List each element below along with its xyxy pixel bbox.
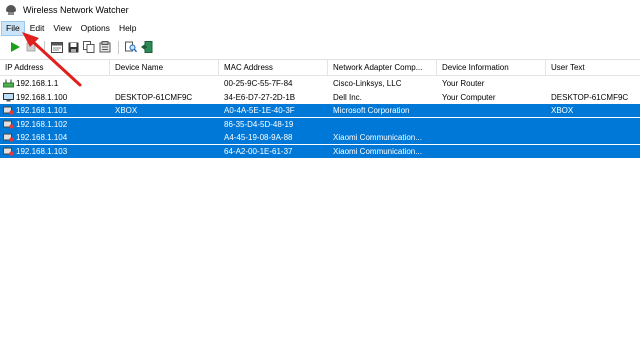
menu-file[interactable]: File — [1, 21, 25, 36]
column-device-information[interactable]: Device Information — [437, 60, 546, 76]
cell-ip-address: 192.168.1.103 — [0, 145, 110, 158]
cell-mac-address: A4-45-19-08-9A-88 — [219, 131, 328, 144]
toolbar-separator-2 — [118, 40, 119, 54]
cell-device-information-text: Your Router — [442, 79, 485, 88]
cell-device-information: Your Computer — [437, 91, 546, 104]
cell-adapter-company-text: Dell Inc. — [333, 92, 362, 102]
table-row[interactable]: 192.168.1.103 64-A2-00-1E-61-37 Xiaomi Com… — [0, 144, 640, 158]
column-user-text[interactable]: User Text — [546, 60, 640, 76]
cell-ip-address-text: 192.168.1.103 — [16, 146, 68, 156]
device-list[interactable]: IP Address Device Name MAC Address Netwo… — [0, 59, 640, 360]
exit-icon[interactable] — [140, 40, 154, 54]
cell-mac-address-text: A0-4A-5E-1E-40-3F — [224, 106, 295, 115]
table-row[interactable]: 192.168.1.1 00-25-9C-55-7F-84 Cisco-Linksy… — [0, 77, 640, 90]
cell-adapter-company-text: Xiaomi Communication... — [333, 146, 422, 156]
table-row[interactable]: 192.168.1.101 XBOX A0-4A-5E-1E-40-3F Micros… — [0, 104, 640, 117]
cell-mac-address: 86-35-D4-5D-48-19 — [219, 118, 328, 131]
list-header: IP Address Device Name MAC Address Netwo… — [0, 60, 640, 76]
cell-ip-address: 192.168.1.1 — [0, 77, 110, 90]
cell-ip-address-text: 192.168.1.102 — [16, 119, 68, 129]
cell-mac-address: A0-4A-5E-1E-40-3F — [219, 104, 328, 117]
cell-mac-address: 64-A2-00-1E-61-37 — [219, 145, 328, 158]
menu-options[interactable]: Options — [77, 21, 114, 36]
toolbar — [0, 37, 640, 57]
cell-adapter-company — [328, 118, 437, 131]
cell-adapter-company-text: Cisco-Linksys, LLC — [333, 79, 402, 88]
cell-ip-address: 192.168.1.104 — [0, 131, 110, 144]
properties-icon[interactable] — [98, 40, 112, 54]
cell-user-text-text: XBOX — [551, 106, 574, 115]
cell-adapter-company: Cisco-Linksys, LLC — [328, 77, 437, 90]
cell-ip-address-text: 192.168.1.100 — [16, 92, 68, 102]
computer-icon — [3, 92, 14, 101]
router-icon — [3, 79, 14, 88]
save-icon[interactable] — [66, 40, 80, 54]
app-icon — [5, 4, 17, 16]
column-adapter-company[interactable]: Network Adapter Comp... — [328, 60, 437, 76]
title-bar: Wireless Network Watcher — [0, 0, 640, 20]
cell-device-name: DESKTOP-61CMF9C — [110, 91, 219, 104]
column-device-name[interactable]: Device Name — [110, 60, 219, 76]
cell-ip-address: 192.168.1.100 — [0, 91, 110, 104]
cell-user-text — [546, 77, 640, 90]
cell-adapter-company: Xiaomi Communication... — [328, 131, 437, 144]
cell-mac-address-text: 34-E6-D7-27-2D-1B — [224, 92, 296, 102]
play-icon[interactable] — [8, 40, 22, 54]
cell-device-name — [110, 77, 219, 90]
cell-ip-address-text: 192.168.1.104 — [16, 133, 68, 142]
cell-device-information — [437, 145, 546, 158]
column-ip-address[interactable]: IP Address — [0, 60, 110, 76]
cell-device-information — [437, 131, 546, 144]
cell-device-name-text: XBOX — [115, 106, 138, 115]
cell-user-text: XBOX — [546, 104, 640, 117]
cell-ip-address: 192.168.1.101 — [0, 104, 110, 117]
cell-ip-address-text: 192.168.1.1 — [16, 79, 59, 88]
table-row[interactable]: 192.168.1.100 DESKTOP-61CMF9C 34-E6-D7-27-… — [0, 91, 640, 104]
cell-adapter-company: Microsoft Corporation — [328, 104, 437, 117]
cell-mac-address: 00-25-9C-55-7F-84 — [219, 77, 328, 90]
html-report-icon[interactable] — [50, 40, 64, 54]
find-icon[interactable] — [124, 40, 138, 54]
cell-user-text — [546, 131, 640, 144]
cell-mac-address-text: 64-A2-00-1E-61-37 — [224, 146, 293, 156]
cell-adapter-company: Dell Inc. — [328, 91, 437, 104]
cell-user-text: DESKTOP-61CMF9C — [546, 91, 640, 104]
menu-bar: File Edit View Options Help — [0, 20, 640, 37]
cell-device-information: Your Router — [437, 77, 546, 90]
copy-icon[interactable] — [82, 40, 96, 54]
menu-view[interactable]: View — [49, 21, 75, 36]
cell-mac-address: 34-E6-D7-27-2D-1B — [219, 91, 328, 104]
cell-device-name — [110, 118, 219, 131]
cell-device-information — [437, 104, 546, 117]
cell-device-information — [437, 118, 546, 131]
cell-ip-address: 192.168.1.102 — [0, 118, 110, 131]
cell-user-text-text: DESKTOP-61CMF9C — [551, 92, 629, 102]
table-row[interactable]: 192.168.1.102 86-35-D4-5D-48-19 — [0, 117, 640, 131]
cell-device-name — [110, 145, 219, 158]
menu-edit[interactable]: Edit — [26, 21, 49, 36]
network-device-icon — [3, 106, 14, 115]
cell-user-text — [546, 145, 640, 158]
cell-mac-address-text: 86-35-D4-5D-48-19 — [224, 119, 294, 129]
network-device-icon — [3, 120, 14, 129]
cell-ip-address-text: 192.168.1.101 — [16, 106, 68, 115]
toolbar-separator — [44, 40, 45, 54]
network-device-icon — [3, 133, 14, 142]
cell-mac-address-text: 00-25-9C-55-7F-84 — [224, 79, 293, 88]
cell-mac-address-text: A4-45-19-08-9A-88 — [224, 133, 293, 142]
cell-device-name-text: DESKTOP-61CMF9C — [115, 92, 193, 102]
stop-icon[interactable] — [24, 40, 38, 54]
cell-device-information-text: Your Computer — [442, 92, 496, 102]
network-device-icon — [3, 147, 14, 156]
cell-adapter-company: Xiaomi Communication... — [328, 145, 437, 158]
cell-adapter-company-text: Xiaomi Communication... — [333, 133, 422, 142]
menu-help[interactable]: Help — [115, 21, 140, 36]
cell-device-name: XBOX — [110, 104, 219, 117]
cell-user-text — [546, 118, 640, 131]
cell-adapter-company-text: Microsoft Corporation — [333, 106, 410, 115]
column-mac-address[interactable]: MAC Address — [219, 60, 328, 76]
cell-device-name — [110, 131, 219, 144]
window-title: Wireless Network Watcher — [23, 5, 129, 15]
table-row[interactable]: 192.168.1.104 A4-45-19-08-9A-88 Xiaomi Com… — [0, 131, 640, 144]
